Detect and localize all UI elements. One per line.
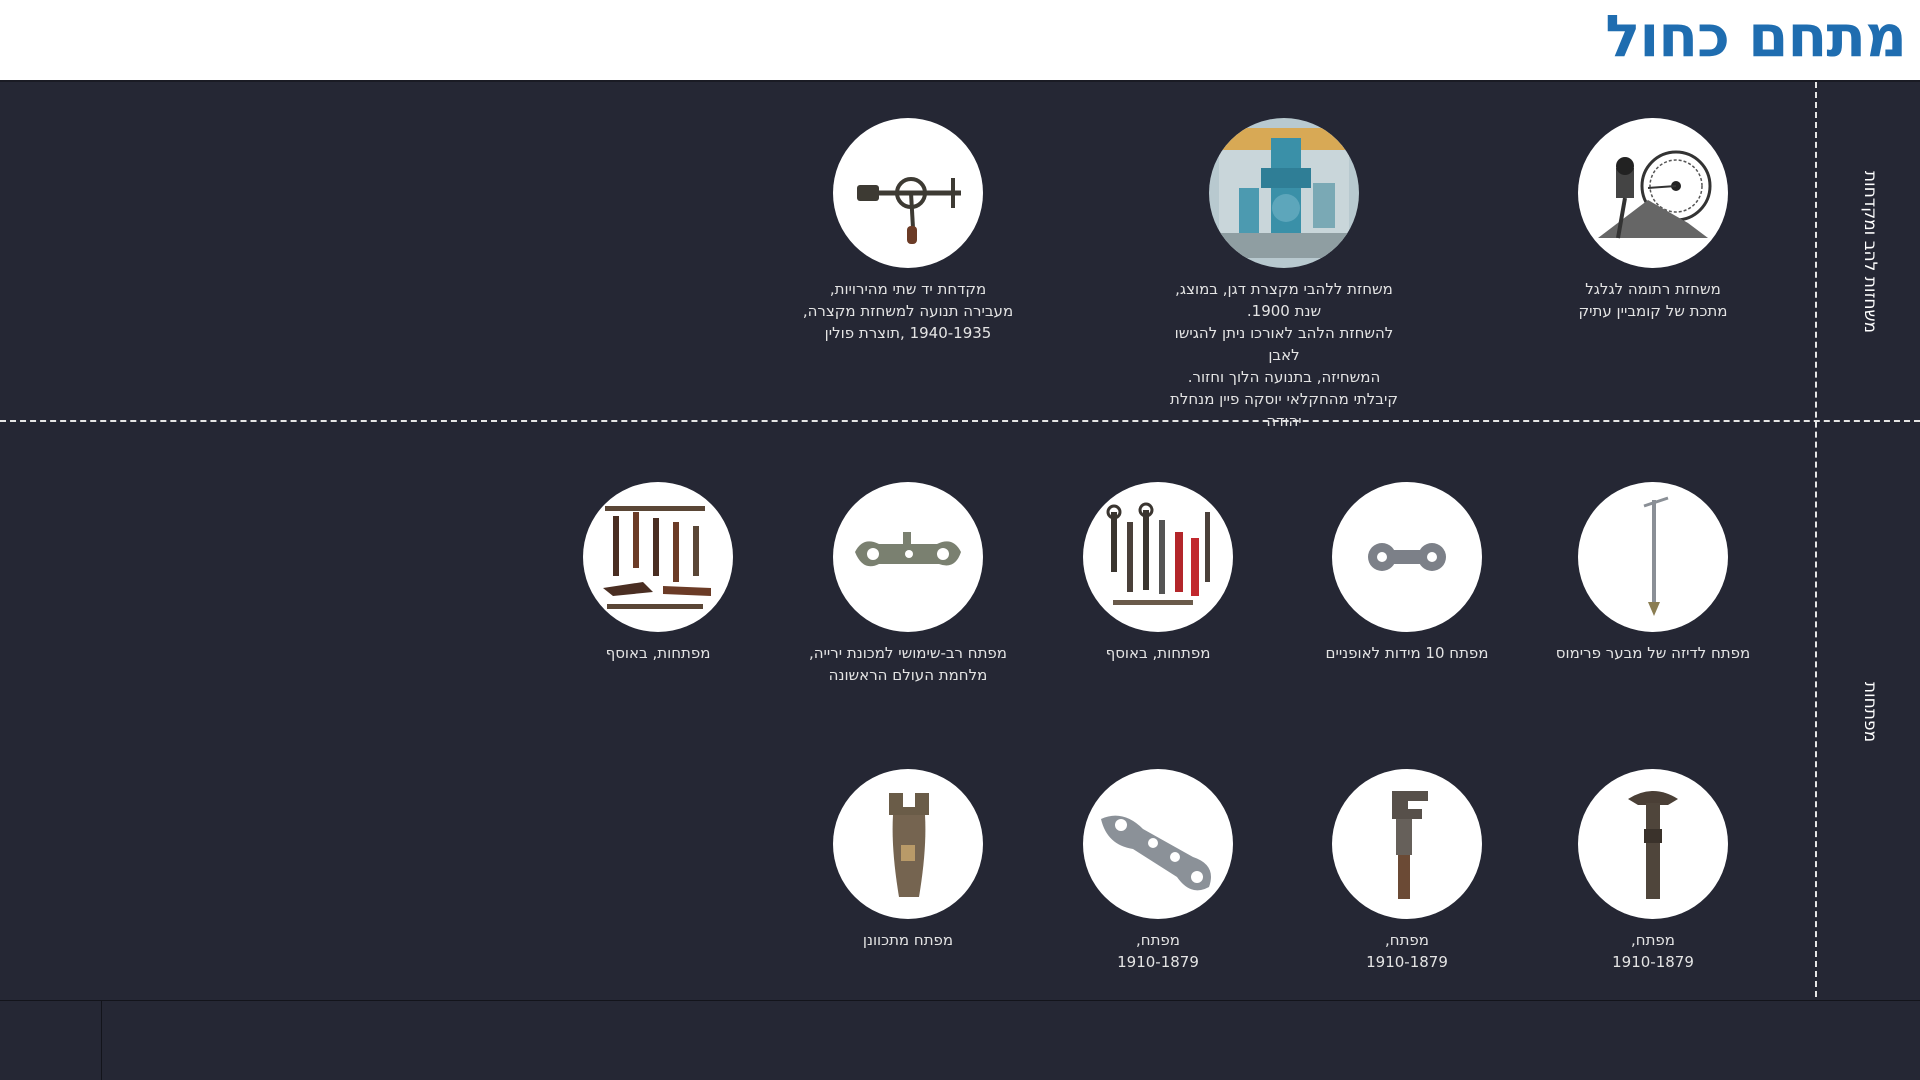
exhibit-caption: מפתח, 1910-1879 (1612, 931, 1694, 971)
exhibit-image[interactable] (1083, 769, 1233, 919)
blade-grinder-icon (1219, 128, 1349, 258)
exhibit-panel: משחזות להב ומקדחות מפתחות משחזת רתומה לג… (0, 80, 1920, 1000)
exhibit-item[interactable]: מפתח רב-שימושי למכונת ירייה, מלחמת העולם… (788, 482, 1028, 686)
bicycle-wrench-icon (1368, 543, 1446, 571)
flat-wrench-icon (1101, 815, 1211, 891)
exhibit-image[interactable] (833, 482, 983, 632)
exhibit-caption: משחזת ללהבי מקצרת דגן, במוצג, שנת 1900. … (1170, 280, 1398, 430)
exhibit-image[interactable] (1578, 118, 1728, 268)
hand-drill-icon (857, 177, 961, 244)
exhibit-image[interactable] (1332, 769, 1482, 919)
page-title: מתחם כחול (1605, 2, 1907, 70)
exhibit-image[interactable] (833, 118, 983, 268)
exhibit-caption: מפתח מתכוונן (862, 931, 954, 949)
exhibit-caption: מפתחות, באוסף (605, 644, 711, 662)
exhibit-item[interactable]: מפתחות, באוסף (1038, 482, 1278, 664)
exhibit-item[interactable]: מקדחת יד שתי מהירויות, מעבירה תנועה למשח… (788, 118, 1028, 344)
exhibit-image[interactable] (1578, 769, 1728, 919)
exhibit-caption: מפתח 10 מידות לאופניים (1325, 644, 1489, 662)
wrench-collection-icon (1106, 502, 1210, 605)
exhibit-caption: מקדחת יד שתי מהירויות, מעבירה תנועה למשח… (802, 280, 1014, 342)
vertical-divider (1815, 82, 1817, 997)
exhibit-item[interactable]: מפתח, 1910-1879 (1287, 769, 1527, 973)
exhibit-caption: מפתח, 1910-1879 (1117, 931, 1199, 971)
exhibit-item[interactable]: מפתח, 1910-1879 (1038, 769, 1278, 973)
exhibit-image[interactable] (1209, 118, 1359, 268)
footer (0, 1000, 1920, 1080)
primus-key-icon (1643, 496, 1669, 616)
section-label-sharpeners: משחזות להב ומקדחות (1860, 170, 1880, 334)
exhibit-item[interactable]: מפתח, 1910-1879 (1533, 769, 1773, 973)
exhibit-item[interactable]: משחזת רתומה לגלגל מתכת של קומביין עתיק (1533, 118, 1773, 322)
adjustable-wrench-icon (1628, 791, 1678, 899)
treadle-sharpener-icon (1598, 150, 1712, 239)
exhibit-caption: מפתחות, באוסף (1105, 644, 1211, 662)
exhibit-image[interactable] (1578, 482, 1728, 632)
exhibit-image[interactable] (583, 482, 733, 632)
exhibit-caption: מפתח לדיזה של מבער פרימוס (1555, 644, 1751, 662)
exhibit-caption: מפתח, 1910-1879 (1366, 931, 1448, 971)
adjustable-spanner-icon (889, 793, 929, 897)
exhibit-image[interactable] (1332, 482, 1482, 632)
exhibit-item[interactable]: מפתח לדיזה של מבער פרימוס (1533, 482, 1773, 664)
exhibit-item[interactable]: מפתחות, באוסף (538, 482, 778, 664)
multi-wrench-icon (855, 532, 961, 567)
footer-divider (101, 1001, 102, 1080)
exhibit-image[interactable] (833, 769, 983, 919)
exhibit-caption: מפתח רב-שימושי למכונת ירייה, מלחמת העולם… (808, 644, 1007, 684)
wrench-collection-2-icon (603, 506, 711, 609)
exhibit-item[interactable]: מפתח 10 מידות לאופניים (1287, 482, 1527, 664)
monkey-wrench-icon (1392, 791, 1428, 899)
section-label-wrenches: מפתחות (1860, 681, 1880, 743)
exhibit-caption: משחזת רתומה לגלגל מתכת של קומביין עתיק (1578, 280, 1728, 320)
exhibit-image[interactable] (1083, 482, 1233, 632)
exhibit-item[interactable]: משחזת ללהבי מקצרת דגן, במוצג, שנת 1900. … (1164, 118, 1404, 432)
exhibit-item[interactable]: מפתח מתכוונן (788, 769, 1028, 951)
horizontal-divider (0, 420, 1920, 422)
header: מתחם כחול (0, 0, 1920, 80)
